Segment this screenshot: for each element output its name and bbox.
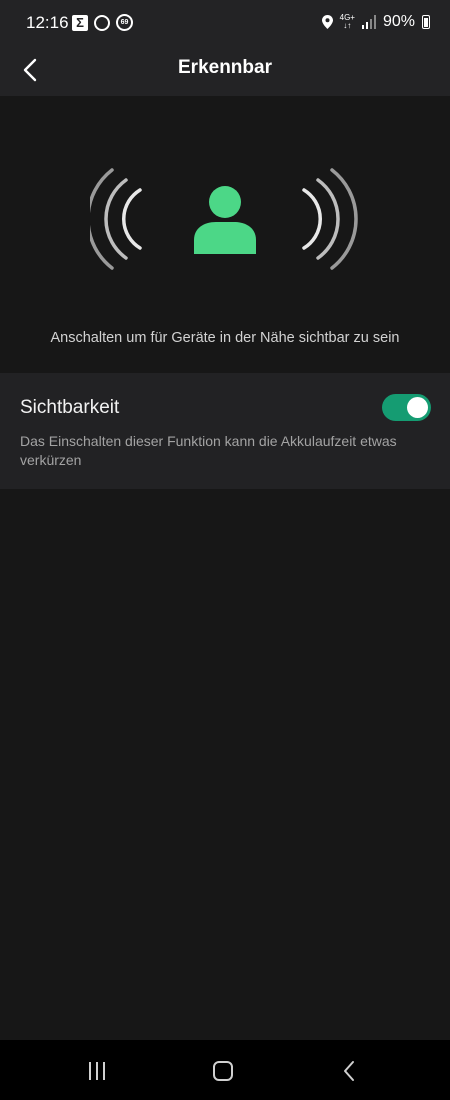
person-broadcast-icon [90,168,358,270]
sigma-app-icon: Σ [72,14,88,31]
setting-title: Sichtbarkeit [20,397,120,418]
location-icon [321,15,333,29]
signal-icon [361,15,376,29]
status-right: 4G+ ↓↑ 90% [321,13,430,31]
status-time: 12:16 [26,13,69,32]
toggle-knob [407,397,428,418]
visibility-setting-row[interactable]: Sichtbarkeit Das Einschalten dieser Funk… [0,373,450,489]
system-nav-bar [0,1040,450,1100]
battery-percent: 90% [382,13,415,30]
circle-notification-icon [94,14,110,31]
recents-icon [89,1062,105,1080]
nav-back-button[interactable] [334,1058,364,1084]
page-title: Erkennbar [178,57,272,78]
app-bar: Erkennbar [0,44,450,96]
network-type-icon: 4G+ ↓↑ [339,13,355,30]
battery-icon [422,15,430,29]
setting-description: Das Einschalten dieser Funktion kann die… [20,433,397,468]
home-button[interactable] [208,1058,238,1084]
recents-button[interactable] [82,1058,112,1084]
visibility-illustration-section: Anschalten um für Geräte in der Nähe sic… [0,96,450,373]
notification-icons: Σ 69 [72,14,133,31]
visibility-toggle[interactable] [382,394,431,421]
badge-notification-icon: 69 [116,14,133,31]
status-bar: 12:16 Σ 69 4G+ ↓↑ 90% [0,0,450,44]
home-icon [213,1061,233,1081]
back-icon [344,1061,354,1081]
visibility-caption: Anschalten um für Geräte in der Nähe sic… [50,330,400,346]
